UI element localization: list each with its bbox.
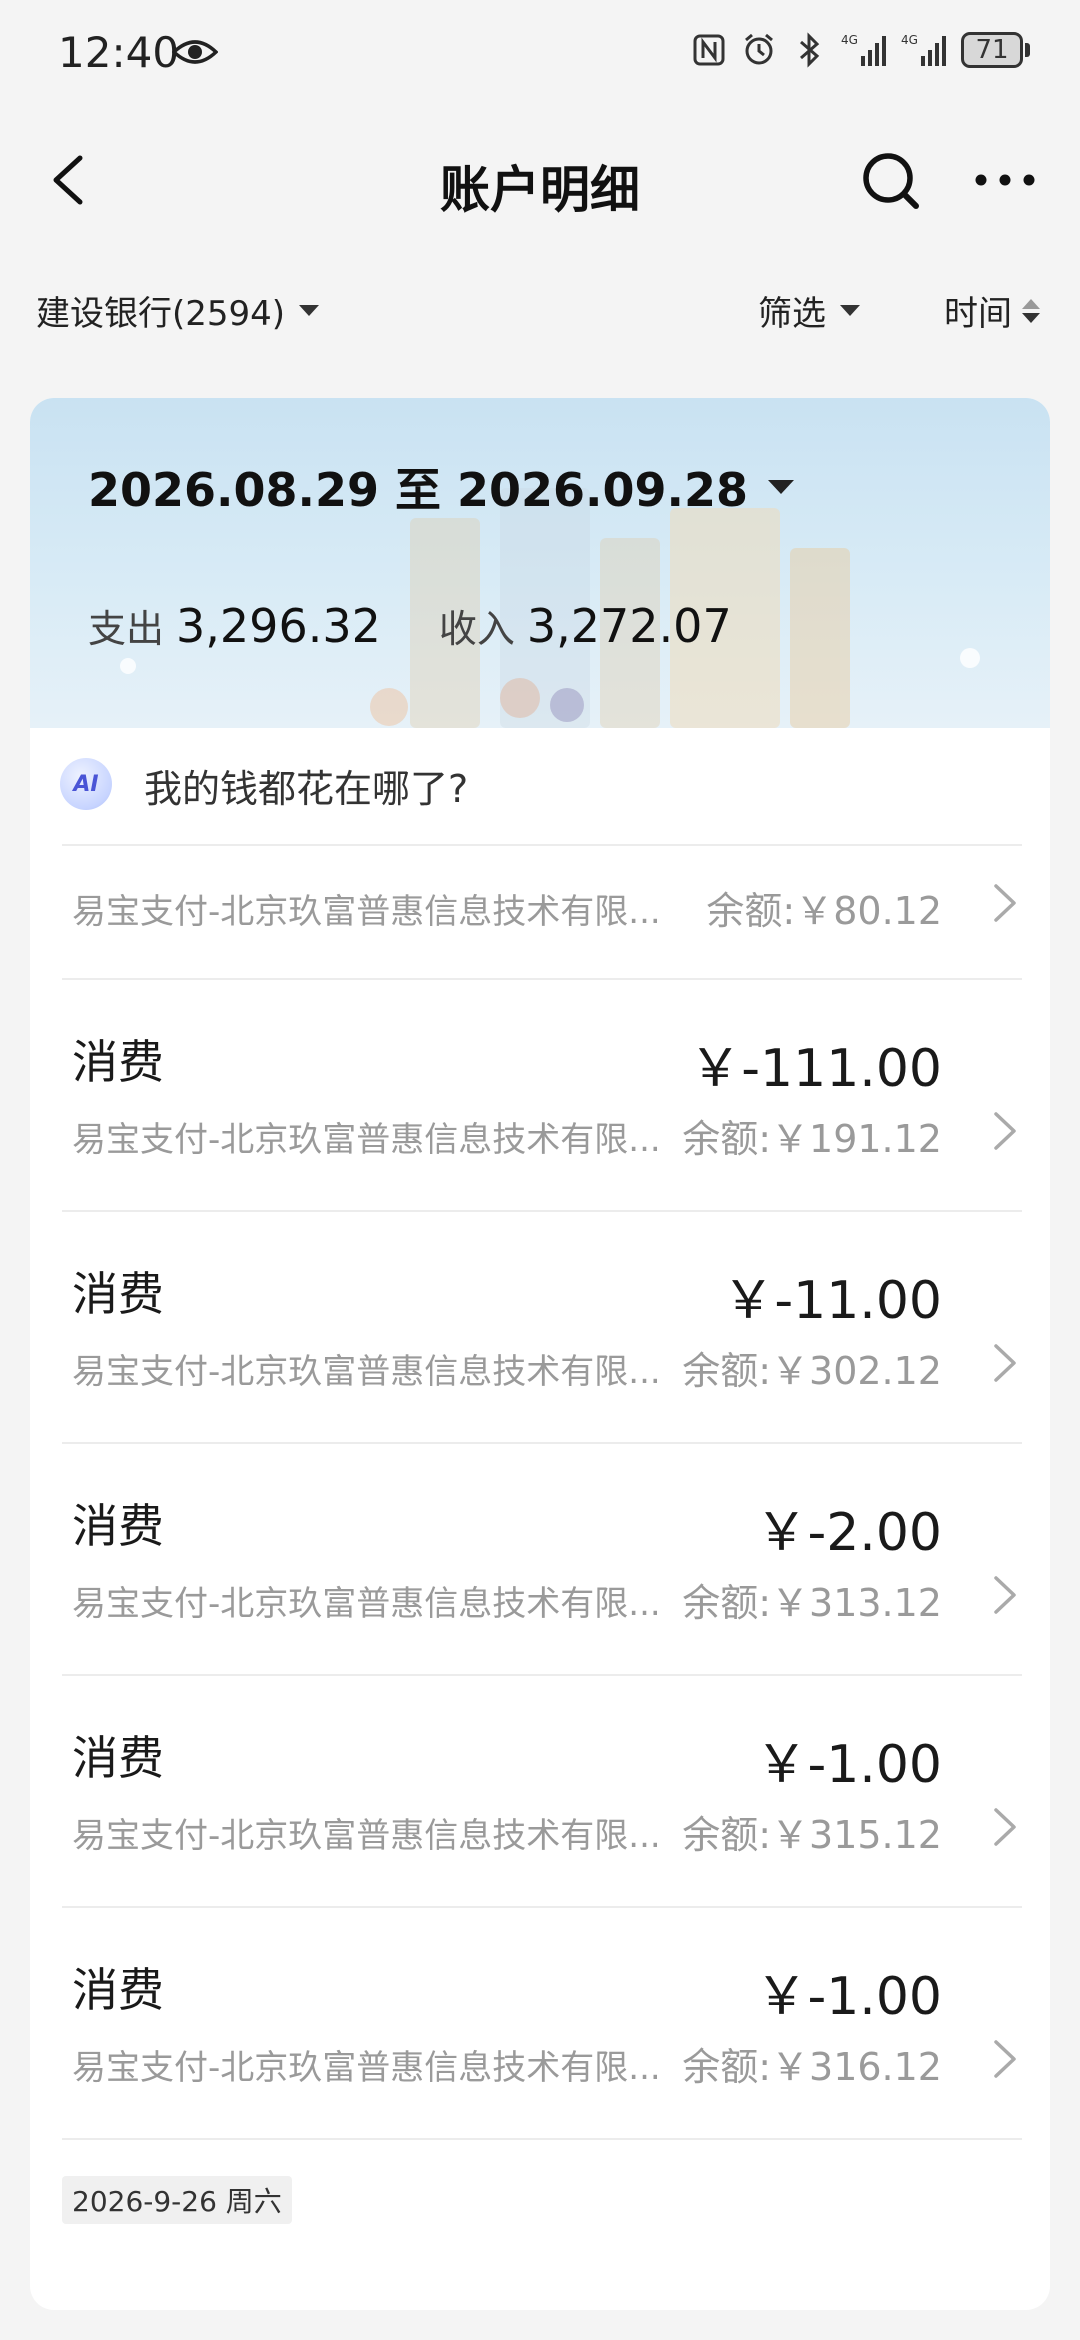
transaction-amount: ￥-1.00 <box>755 1967 942 2027</box>
transaction-title: 消费 <box>72 1499 164 1553</box>
transaction-description: 易宝支付-北京玖富普惠信息技术有限... <box>72 892 661 932</box>
transaction-balance: 余额:￥315.12 <box>682 1813 942 1857</box>
more-icon[interactable] <box>972 168 1038 192</box>
transaction-row[interactable]: 消费 ￥-111.00 易宝支付-北京玖富普惠信息技术有限... 余额:￥191… <box>62 978 1022 1210</box>
ai-prompt: 我的钱都花在哪了? <box>144 767 469 811</box>
transaction-row[interactable]: 消费 ￥-1.00 易宝支付-北京玖富普惠信息技术有限... 余额:￥316.1… <box>62 1906 1022 2138</box>
transaction-title: 消费 <box>72 1731 164 1785</box>
ai-insight-row[interactable]: AI 我的钱都花在哪了? <box>30 728 1050 844</box>
nfc-icon <box>693 34 725 66</box>
transaction-balance: 余额:￥80.12 <box>706 889 942 933</box>
income-label: 收入 <box>438 607 515 651</box>
transaction-description: 易宝支付-北京玖富普惠信息技术有限... <box>72 1120 661 1160</box>
transaction-amount: ￥-1.00 <box>755 1735 942 1795</box>
transaction-balance: 余额:￥313.12 <box>682 1581 942 1625</box>
transaction-row[interactable]: 易宝支付-北京玖富普惠信息技术有限... 余额:￥80.12 <box>62 844 1022 978</box>
expense-label: 支出 <box>88 607 165 651</box>
chevron-right-icon <box>994 1344 1016 1382</box>
signal-4g-icon: 4G <box>901 33 946 66</box>
transaction-row[interactable]: 消费 ￥-2.00 易宝支付-北京玖富普惠信息技术有限... 余额:￥313.1… <box>62 1442 1022 1674</box>
transaction-balance: 余额:￥191.12 <box>682 1117 942 1161</box>
expense-total: 支出 3,296.32 <box>88 598 381 653</box>
transaction-title: 消费 <box>72 1035 164 1089</box>
eye-icon <box>172 40 218 64</box>
account-label: 建设银行(2594) <box>36 294 286 334</box>
transaction-row[interactable]: 消费 ￥-11.00 易宝支付-北京玖富普惠信息技术有限... 余额:￥302.… <box>62 1210 1022 1442</box>
chevron-right-icon <box>994 2040 1016 2078</box>
nav-bar: 账户明细 <box>0 130 1080 230</box>
income-value: 3,272.07 <box>526 599 732 653</box>
chevron-right-icon <box>994 1808 1016 1846</box>
transaction-title: 消费 <box>72 1963 164 2017</box>
income-total: 收入 3,272.07 <box>439 598 732 653</box>
svg-text:4G: 4G <box>841 33 858 47</box>
transaction-description: 易宝支付-北京玖富普惠信息技术有限... <box>72 1584 661 1624</box>
battery-icon: 71 <box>961 32 1030 68</box>
bluetooth-icon <box>800 32 820 68</box>
account-selector[interactable]: 建设银行(2594) <box>36 286 320 335</box>
alarm-icon <box>745 33 773 65</box>
svg-text:4G: 4G <box>901 33 918 47</box>
chevron-right-icon <box>994 884 1016 922</box>
date-range-label: 2026.08.29 至 2026.09.28 <box>88 463 749 517</box>
chevron-right-icon <box>994 1576 1016 1614</box>
expense-value: 3,296.32 <box>176 599 381 653</box>
dropdown-arrow-icon <box>840 305 860 316</box>
transaction-balance: 余额:￥302.12 <box>682 1349 942 1393</box>
filter-button[interactable]: 筛选 <box>758 286 860 335</box>
search-icon[interactable] <box>858 148 924 214</box>
transaction-balance: 余额:￥316.12 <box>682 2045 942 2089</box>
dropdown-arrow-icon <box>299 305 320 316</box>
battery-level: 71 <box>961 32 1023 68</box>
date-range-selector[interactable]: 2026.08.29 至 2026.09.28 <box>88 454 795 520</box>
transaction-title: 消费 <box>72 1267 164 1321</box>
filter-label: 筛选 <box>758 294 826 334</box>
transaction-amount: ￥-111.00 <box>689 1039 942 1099</box>
chevron-right-icon <box>994 1112 1016 1150</box>
sort-arrows-icon <box>1022 298 1040 323</box>
transaction-description: 易宝支付-北京玖富普惠信息技术有限... <box>72 1352 661 1392</box>
date-group-header: 2026-9-26 周六 <box>62 2176 292 2224</box>
transaction-row[interactable]: 消费 ￥-1.00 易宝支付-北京玖富普惠信息技术有限... 余额:￥315.1… <box>62 1674 1022 1906</box>
transaction-description: 易宝支付-北京玖富普惠信息技术有限... <box>72 2048 661 2088</box>
dropdown-arrow-icon <box>768 480 795 494</box>
transaction-description: 易宝支付-北京玖富普惠信息技术有限... <box>72 1816 661 1856</box>
transaction-amount: ￥-2.00 <box>755 1503 942 1563</box>
signal-4g-icon: 4G <box>841 33 886 66</box>
time-sort-button[interactable]: 时间 <box>944 286 1040 335</box>
status-time: 12:40 <box>58 28 180 77</box>
transactions-card: 2026.08.29 至 2026.09.28 支出 3,296.32 收入 3… <box>30 398 1050 2310</box>
ai-icon: AI <box>60 758 112 810</box>
status-icons: 4G 4G 71 <box>691 30 1030 70</box>
transaction-amount: ￥-11.00 <box>722 1271 942 1331</box>
time-label: 时间 <box>944 294 1012 334</box>
divider <box>62 2138 1022 2140</box>
summary-banner: 2026.08.29 至 2026.09.28 支出 3,296.32 收入 3… <box>30 398 1050 728</box>
totals-row: 支出 3,296.32 收入 3,272.07 <box>88 598 732 653</box>
status-bar: 12:40 4G 4G 71 <box>0 0 1080 110</box>
filter-bar: 建设银行(2594) 筛选 时间 <box>0 280 1080 340</box>
